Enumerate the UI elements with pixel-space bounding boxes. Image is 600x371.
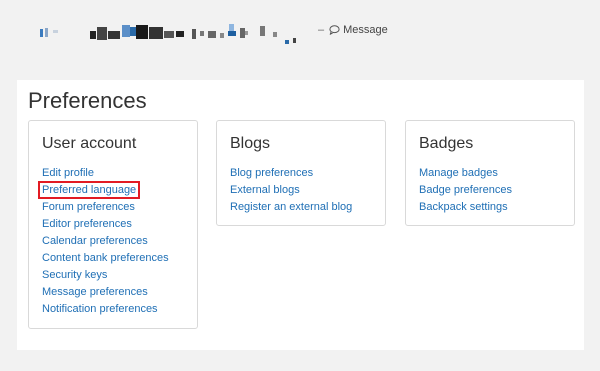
blog-preferences-link[interactable]: Blog preferences bbox=[230, 167, 313, 179]
list-item: Edit profile bbox=[42, 165, 169, 182]
preferences-panel: Preferences User account Edit profile Pr… bbox=[17, 80, 584, 350]
list-item: Backpack settings bbox=[419, 199, 512, 216]
user-account-heading: User account bbox=[42, 135, 137, 152]
separator: – bbox=[318, 24, 325, 36]
list-item: Notification preferences bbox=[42, 301, 169, 318]
external-blogs-link[interactable]: External blogs bbox=[230, 184, 300, 196]
register-external-blog-link[interactable]: Register an external blog bbox=[230, 201, 352, 213]
forum-preferences-link[interactable]: Forum preferences bbox=[42, 201, 135, 213]
list-item: Badge preferences bbox=[419, 182, 512, 199]
blogs-links: Blog preferences External blogs Register… bbox=[230, 165, 352, 216]
blogs-card: Blogs Blog preferences External blogs Re… bbox=[216, 120, 386, 226]
blogs-heading: Blogs bbox=[230, 135, 271, 152]
blurred-user-name bbox=[40, 22, 312, 44]
page-header: – Message bbox=[0, 0, 600, 72]
message-label: Message bbox=[343, 24, 388, 36]
badges-heading: Badges bbox=[419, 135, 474, 152]
notification-preferences-link[interactable]: Notification preferences bbox=[42, 303, 158, 315]
badges-card: Badges Manage badges Badge preferences B… bbox=[405, 120, 575, 226]
list-item: Calendar preferences bbox=[42, 233, 169, 250]
list-item: Security keys bbox=[42, 267, 169, 284]
list-item: Register an external blog bbox=[230, 199, 352, 216]
badges-links: Manage badges Badge preferences Backpack… bbox=[419, 165, 512, 216]
content-bank-preferences-link[interactable]: Content bank preferences bbox=[42, 252, 169, 264]
list-item: Preferred language bbox=[37, 181, 169, 199]
list-item: Message preferences bbox=[42, 284, 169, 301]
list-item: Manage badges bbox=[419, 165, 512, 182]
editor-preferences-link[interactable]: Editor preferences bbox=[42, 218, 132, 230]
list-item: Forum preferences bbox=[42, 199, 169, 216]
list-item: Content bank preferences bbox=[42, 250, 169, 267]
calendar-preferences-link[interactable]: Calendar preferences bbox=[42, 235, 148, 247]
user-account-card: User account Edit profile Preferred lang… bbox=[28, 120, 198, 329]
user-account-links: Edit profile Preferred language Forum pr… bbox=[37, 165, 169, 318]
security-keys-link[interactable]: Security keys bbox=[42, 269, 107, 281]
message-link[interactable]: – Message bbox=[318, 24, 388, 36]
preferred-language-link[interactable]: Preferred language bbox=[37, 181, 141, 199]
edit-profile-link[interactable]: Edit profile bbox=[42, 167, 94, 179]
badge-preferences-link[interactable]: Badge preferences bbox=[419, 184, 512, 196]
list-item: Blog preferences bbox=[230, 165, 352, 182]
manage-badges-link[interactable]: Manage badges bbox=[419, 167, 498, 179]
list-item: External blogs bbox=[230, 182, 352, 199]
message-preferences-link[interactable]: Message preferences bbox=[42, 286, 148, 298]
page-title: Preferences bbox=[28, 88, 147, 113]
backpack-settings-link[interactable]: Backpack settings bbox=[419, 201, 508, 213]
chat-bubble-icon bbox=[329, 25, 340, 35]
list-item: Editor preferences bbox=[42, 216, 169, 233]
